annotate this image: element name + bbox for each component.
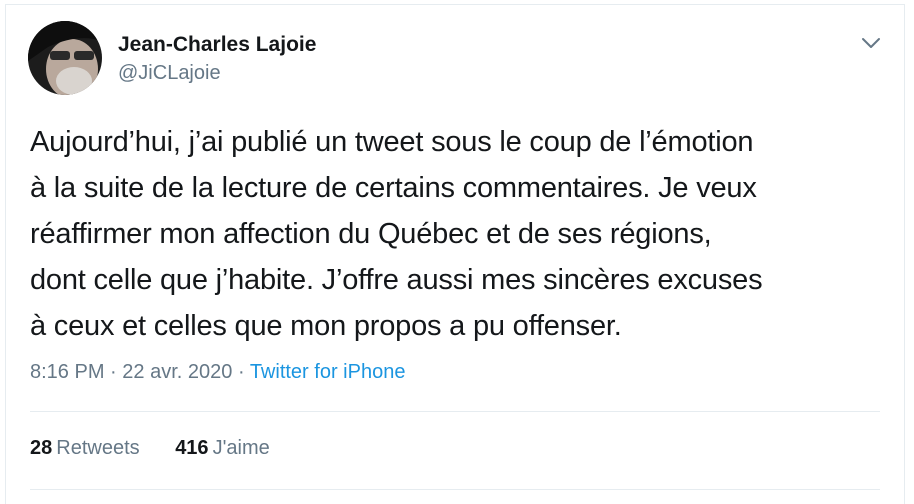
likes-label: J'aime <box>212 437 270 459</box>
tweet-source-link[interactable]: Twitter for iPhone <box>250 361 406 383</box>
author-name[interactable]: Jean-Charles Lajoie <box>118 33 316 57</box>
tweet-date[interactable]: 22 avr. 2020 <box>122 361 232 383</box>
meta-separator: · <box>237 361 245 383</box>
likes-stat[interactable]: 416 J'aime <box>175 437 270 460</box>
tweet-time[interactable]: 8:16 PM <box>30 361 104 383</box>
tweet-text: Aujourd’hui, j’ai publié un tweet sous l… <box>30 126 763 342</box>
chevron-down-icon <box>862 38 880 48</box>
retweets-stat[interactable]: 28 Retweets <box>30 437 140 460</box>
profile-photo-icon <box>28 21 102 95</box>
retweets-label: Retweets <box>56 437 140 459</box>
retweets-count: 28 <box>30 437 53 459</box>
meta-separator: · <box>110 361 117 383</box>
more-options-button[interactable] <box>860 35 882 51</box>
tweet-card: Jean-Charles Lajoie @JiCLajoie Aujourd’h… <box>5 4 905 504</box>
avatar[interactable] <box>28 21 102 95</box>
tweet-stats: 28 Retweets 416 J'aime <box>30 437 300 460</box>
tweet-meta: 8:16 PM · 22 avr. 2020 · Twitter for iPh… <box>30 361 405 384</box>
likes-count: 416 <box>175 437 209 459</box>
divider <box>30 411 880 412</box>
author-handle[interactable]: @JiCLajoie <box>118 62 221 85</box>
divider <box>30 489 880 490</box>
